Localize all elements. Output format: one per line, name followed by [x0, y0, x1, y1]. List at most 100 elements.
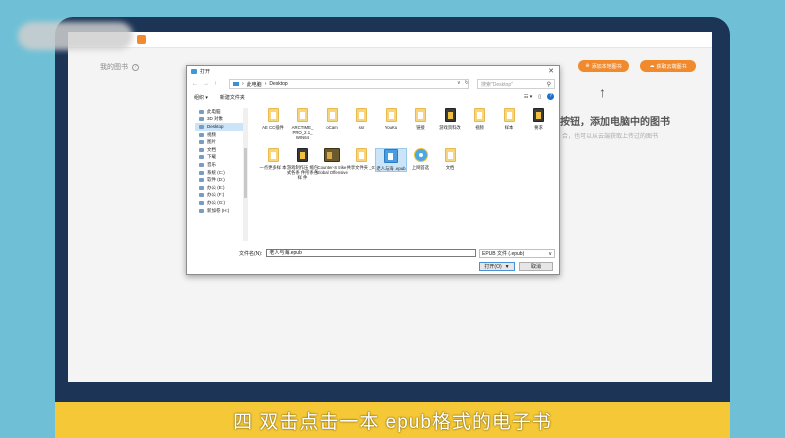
folder-icon [267, 108, 279, 122]
forward-icon[interactable]: → [203, 81, 209, 87]
nav-item-label: 软件 (D:) [207, 177, 225, 183]
organize-menu[interactable]: 组织 ▾ [194, 94, 208, 101]
toolbar-right: ☷ ▾ ▯ ? [524, 93, 554, 100]
computer-icon [233, 82, 239, 86]
nav-item[interactable]: Desktop [195, 123, 244, 131]
filename-label: 文件名(N): [239, 250, 263, 257]
nav-item-label: 办公 (G:) [207, 199, 225, 205]
file-item[interactable]: 上网首选 [405, 148, 437, 170]
folder-icon [503, 108, 515, 122]
file-item[interactable]: 共享文件夹 _01 [346, 148, 378, 170]
file-item[interactable]: 链接 [405, 108, 437, 130]
nav-item-label: 音乐 [207, 161, 216, 167]
preview-pane-icon[interactable]: ▯ [538, 94, 541, 100]
epub-file-icon [384, 149, 398, 163]
file-item[interactable]: 游戏资料改 [434, 108, 466, 130]
file-label: AE CC插件 [262, 125, 284, 130]
archive-file-icon [444, 108, 456, 122]
empty-hint-sub: 合，也可以从云端获取上传过的图书 [562, 134, 659, 140]
cloud-icon: ☁ [649, 63, 655, 69]
get-cloud-book-button[interactable]: ☁ 获取云端图书 [640, 60, 696, 72]
nav-item[interactable]: 办公 (E:) [195, 184, 244, 192]
nav-item-label: 图片 [207, 139, 216, 145]
dialog-titlebar: 打开 [187, 66, 559, 77]
folder-icon [297, 108, 308, 122]
folder-icon [444, 148, 456, 162]
nav-item[interactable]: 音乐 [195, 161, 244, 169]
blurred-logo [18, 22, 133, 50]
back-icon[interactable]: ← [192, 81, 198, 87]
breadcrumb-sep: › [264, 81, 267, 87]
view-options-icon[interactable]: ☷ ▾ [524, 94, 532, 100]
file-label: YouKu [384, 125, 398, 130]
file-item[interactable]: Counter-S trike Global Offensive [316, 148, 348, 175]
breadcrumb-pc[interactable]: 此电脑 [247, 81, 262, 88]
nav-item[interactable]: 办公 (F:) [195, 192, 244, 200]
open-button[interactable]: 打开(O) ▼ [479, 262, 515, 271]
file-item[interactable]: oCam [316, 108, 348, 130]
nav-item[interactable]: 文档 [195, 146, 244, 154]
file-item[interactable]: 文档 [434, 148, 466, 170]
help-icon[interactable]: ? [547, 93, 554, 100]
file-item[interactable]: 视频 [464, 108, 496, 130]
filename-input[interactable]: 老人与海.epub [266, 249, 477, 257]
drive-folder-icon [199, 185, 204, 190]
drive-folder-icon [199, 124, 204, 129]
archive-file-icon [297, 148, 308, 162]
filetype-select[interactable]: EPUB 文件 (.epub) ∨ [479, 249, 555, 258]
nav-scrollbar[interactable] [243, 108, 248, 241]
nav-item[interactable]: 系统 (C:) [195, 169, 244, 177]
file-item[interactable]: AE CC插件 [257, 108, 289, 130]
file-label: ARCTIME_ PRO_2.1_ WIN64 [291, 125, 314, 141]
close-icon[interactable]: ✕ [548, 67, 554, 75]
file-item[interactable]: 样本 [493, 108, 525, 130]
folder-icon [415, 108, 426, 122]
file-item[interactable]: ARCTIME_ PRO_2.1_ WIN64 [287, 108, 319, 141]
nav-item[interactable]: 3D 对象 [195, 116, 244, 124]
help-icon[interactable]: ? [132, 63, 139, 71]
nav-item[interactable]: 软件 (D:) [195, 176, 244, 184]
nav-buttons: ← → ↑ [187, 81, 229, 87]
file-item[interactable]: 老人与海 .epub [375, 148, 407, 173]
breadcrumb-desktop[interactable]: Desktop [269, 81, 287, 87]
drive-folder-icon [199, 170, 204, 175]
nav-item-label: 系统 (C:) [207, 169, 225, 175]
refresh-icon[interactable]: ↻ [465, 80, 469, 86]
nav-item[interactable]: 视频 [195, 131, 244, 139]
search-icon[interactable]: ⚲ [547, 81, 551, 88]
search-input[interactable]: 搜索"Desktop" ⚲ [477, 79, 555, 89]
nav-item[interactable]: 新加卷 (H:) [195, 207, 244, 215]
file-label: 老人与海 .epub [376, 166, 406, 171]
nav-item[interactable]: 下载 [195, 154, 244, 162]
file-item[interactable]: 要求 [523, 108, 555, 130]
dropdown-arrow-icon[interactable]: ▼ [505, 264, 510, 270]
new-folder-button[interactable]: 新建文件夹 [220, 94, 245, 101]
file-item[interactable]: ssr [346, 108, 378, 130]
file-label: 共享文件夹 _01 [346, 165, 377, 170]
file-item[interactable]: 游戏制作压 缩包式各条 件所条各样 件 [287, 148, 319, 181]
dialog-app-icon [191, 69, 197, 74]
drive-folder-icon [199, 147, 204, 152]
nav-item-label: 办公 (E:) [207, 184, 225, 190]
scrollbar-thumb[interactable] [244, 148, 247, 198]
cancel-button[interactable]: 取消 [519, 262, 553, 271]
file-label: 链接 [416, 125, 425, 130]
open-button-label: 打开(O) [484, 264, 502, 270]
file-item[interactable]: 一点更多样 本 [257, 148, 289, 170]
nav-item-label: 下载 [207, 154, 216, 160]
caption-text: 四 双击点击一本 epub格式的电子书 [233, 411, 552, 433]
address-row: ← → ↑ › 此电脑 › Desktop ∨ ↻ 搜索"Desktop" ⚲ [187, 79, 559, 89]
breadcrumb-sep: › [242, 81, 244, 87]
dialog-toolbar: 组织 ▾ 新建文件夹 ☷ ▾ ▯ ? [187, 93, 559, 102]
nav-item[interactable]: 此电脑 [195, 108, 244, 116]
address-bar[interactable]: › 此电脑 › Desktop [229, 79, 469, 89]
chevron-down-icon[interactable]: ∨ [457, 80, 461, 86]
nav-item[interactable]: 图片 [195, 138, 244, 146]
chevron-down-icon: ∨ [548, 251, 552, 257]
file-item[interactable]: YouKu [375, 108, 407, 130]
up-folder-icon[interactable]: ↑ [214, 81, 217, 87]
drive-folder-icon [199, 109, 204, 114]
nav-item[interactable]: 办公 (G:) [195, 199, 244, 207]
add-local-book-button[interactable]: ⊕ 添加本地图书 [578, 60, 629, 72]
get-cloud-book-label: 获取云端图书 [656, 63, 687, 70]
